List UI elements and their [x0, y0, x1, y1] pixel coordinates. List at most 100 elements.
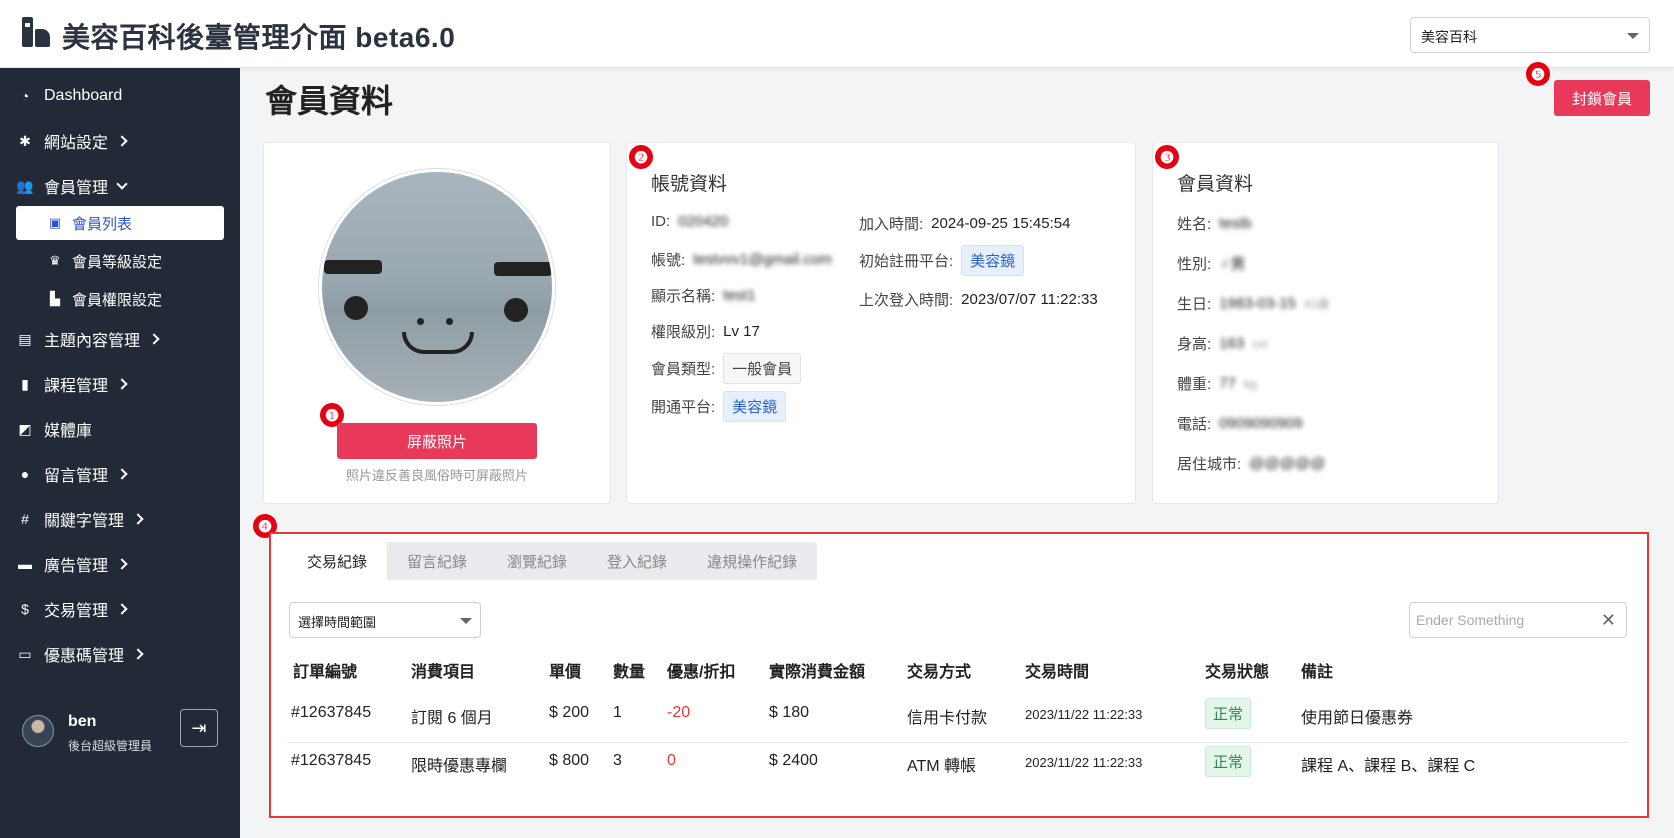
field-label: 生日: [1177, 296, 1212, 313]
sidebar-item-topics[interactable]: ▤ 主題內容管理 [0, 319, 240, 359]
field-name: 姓名: testb [1177, 213, 1252, 234]
search-input[interactable] [1416, 610, 1596, 630]
col-header-order-id: 訂單編號 [293, 664, 358, 681]
tab-browsing[interactable]: 瀏覽紀錄 [487, 542, 587, 580]
chevron-down-icon [116, 178, 128, 190]
table-cell: 2023/11/22 11:22:33 [1025, 707, 1143, 722]
field-birthday: 生日: 1983-03-15 41歲 [1177, 293, 1329, 314]
sidebar-item-courses[interactable]: ▮ 課程管理 [0, 364, 240, 404]
hashtag-icon: # [21, 511, 29, 527]
photo-eye-right [504, 298, 528, 322]
sidebar-item-keywords[interactable]: # 關鍵字管理 [0, 499, 240, 539]
field-platform: 開通平台: 美容鏡 [651, 391, 787, 422]
field-last-login: 上次登入時間: 2023/07/07 11:22:33 [859, 289, 1098, 310]
images-icon: ◩ [18, 420, 32, 437]
tab-transactions[interactable]: 交易紀錄 [287, 542, 388, 580]
ad-icon: ▬ [18, 556, 32, 572]
field-label: 居住城市: [1177, 456, 1242, 473]
field-label: 會員類型: [651, 361, 716, 378]
sidebar-item-ads[interactable]: ▬ 廣告管理 [0, 544, 240, 584]
chevron-right-icon [132, 513, 144, 525]
table-cell: $ 800 [549, 752, 590, 769]
field-joined: 加入時間: 2024-09-25 15:45:54 [859, 213, 1070, 234]
sidebar-item-dashboard[interactable]: ◔ Dashboard [0, 76, 240, 116]
time-range-select[interactable]: 選擇時間範圍 [289, 602, 481, 638]
tab-logins[interactable]: 登入紀錄 [587, 542, 687, 580]
field-value: testvvv1@gmail.com [693, 251, 832, 268]
sidebar-item-coupons[interactable]: ▭ 優惠碼管理 [0, 634, 240, 674]
tab-violations[interactable]: 違規操作紀錄 [687, 542, 817, 580]
sidebar: ◔ Dashboard ✱ 網站設定 👥 會員管理 ▣ 會員列表 ♛ 會員等級設… [0, 68, 240, 838]
field-label: 上次登入時間: [859, 292, 954, 309]
field-label: 身高: [1177, 336, 1212, 353]
chevron-right-icon [116, 378, 128, 390]
tab-comments[interactable]: 留言紀錄 [387, 542, 487, 580]
gear-icon: ✱ [19, 132, 31, 149]
col-header-actual-amount: 實際消費金額 [769, 664, 866, 681]
logout-button[interactable]: ⇥ [180, 709, 218, 747]
current-user: ben 後台超級管理員 ⇥ [22, 708, 222, 753]
chevron-right-icon [148, 333, 160, 345]
platform-tag: 美容鏡 [723, 391, 787, 422]
field-label: 權限級別: [651, 324, 716, 341]
table-cell: 1 [613, 704, 622, 721]
account-card-title: 帳號資料 [651, 174, 728, 195]
field-value: 1983-03-15 [1219, 295, 1296, 312]
sidebar-item-label: 交易管理 [44, 603, 109, 620]
field-level: 權限級別: Lv 17 [651, 321, 760, 342]
sidebar-item-members[interactable]: 👥 會員管理 [0, 166, 240, 206]
table-cell: $ 180 [769, 704, 810, 721]
ban-member-button[interactable]: 封鎖會員 [1554, 80, 1650, 116]
sidebar-subitem-member-permissions[interactable]: ▙ 會員權限設定 [16, 282, 224, 316]
field-label: 顯示名稱: [651, 288, 716, 305]
photo-mouth [402, 332, 474, 354]
records-search: ✕ [1409, 602, 1627, 638]
field-height: 身高: 163 cm [1177, 333, 1268, 354]
table-cell: 限時優惠專欄 [411, 758, 508, 775]
photo-hint: 照片違反善良風俗時可屏蔽照片 [345, 468, 528, 483]
first-platform-tag: 美容鏡 [961, 245, 1025, 276]
records-panel: 交易紀錄 留言紀錄 瀏覽紀錄 登入紀錄 違規操作紀錄 選擇時間範圍 ✕ 訂單編號… [269, 532, 1649, 818]
clear-icon[interactable]: ✕ [1601, 610, 1616, 631]
sidebar-item-site-settings[interactable]: ✱ 網站設定 [0, 121, 240, 161]
field-label: 開通平台: [651, 399, 716, 416]
field-label: 加入時間: [859, 216, 924, 233]
sidebar-item-transactions[interactable]: $ 交易管理 [0, 589, 240, 629]
field-label: 帳號: [651, 252, 686, 269]
field-city: 居住城市: @@@@@ [1177, 453, 1325, 474]
id-card-icon: ▣ [48, 215, 62, 230]
sidebar-subitem-member-levels[interactable]: ♛ 會員等級設定 [16, 244, 224, 278]
block-photo-button[interactable]: 屏蔽照片 [337, 423, 537, 459]
field-display-name: 顯示名稱: test1 [651, 285, 756, 306]
site-select[interactable]: 美容百科 [1410, 17, 1650, 53]
sidebar-item-comments[interactable]: ● 留言管理 [0, 454, 240, 494]
field-label: 姓名: [1177, 216, 1212, 233]
sidebar-item-label: 媒體庫 [44, 423, 93, 440]
sidebar-subitem-label: 會員等級設定 [72, 253, 163, 271]
dashboard-icon: ◔ [20, 88, 30, 104]
member-card-title: 會員資料 [1177, 174, 1254, 195]
field-label: ID: [651, 213, 671, 230]
field-value: testb [1219, 215, 1252, 232]
table-cell: #12637845 [291, 752, 372, 769]
time-range-value: 選擇時間範圍 [298, 615, 377, 630]
height-unit: cm [1252, 336, 1269, 351]
sidebar-subitem-member-list[interactable]: ▣ 會員列表 [16, 206, 224, 240]
field-value: 77 [1219, 375, 1236, 392]
sidebar-item-label: 課程管理 [44, 378, 109, 395]
field-member-type: 會員類型: 一般會員 [651, 353, 802, 384]
sidebar-item-label: 主題內容管理 [44, 333, 141, 350]
book-icon: ▤ [18, 330, 32, 347]
sidebar-item-label: 關鍵字管理 [44, 513, 125, 530]
field-value: Lv 17 [723, 323, 760, 340]
col-header-discount: 優惠/折扣 [667, 664, 736, 681]
photo-card: ❶ 屏蔽照片 照片違反善良風俗時可屏蔽照片 [263, 142, 611, 504]
chevron-right-icon [116, 135, 128, 147]
comment-icon: ● [20, 466, 30, 482]
field-label: 性別: [1177, 256, 1212, 273]
sidebar-item-media[interactable]: ◩ 媒體庫 [0, 409, 240, 449]
field-label: 體重: [1177, 376, 1212, 393]
field-value: ♂男 [1219, 256, 1246, 273]
marker-5: ❺ [1526, 62, 1550, 86]
photo-nose-right [446, 318, 453, 325]
